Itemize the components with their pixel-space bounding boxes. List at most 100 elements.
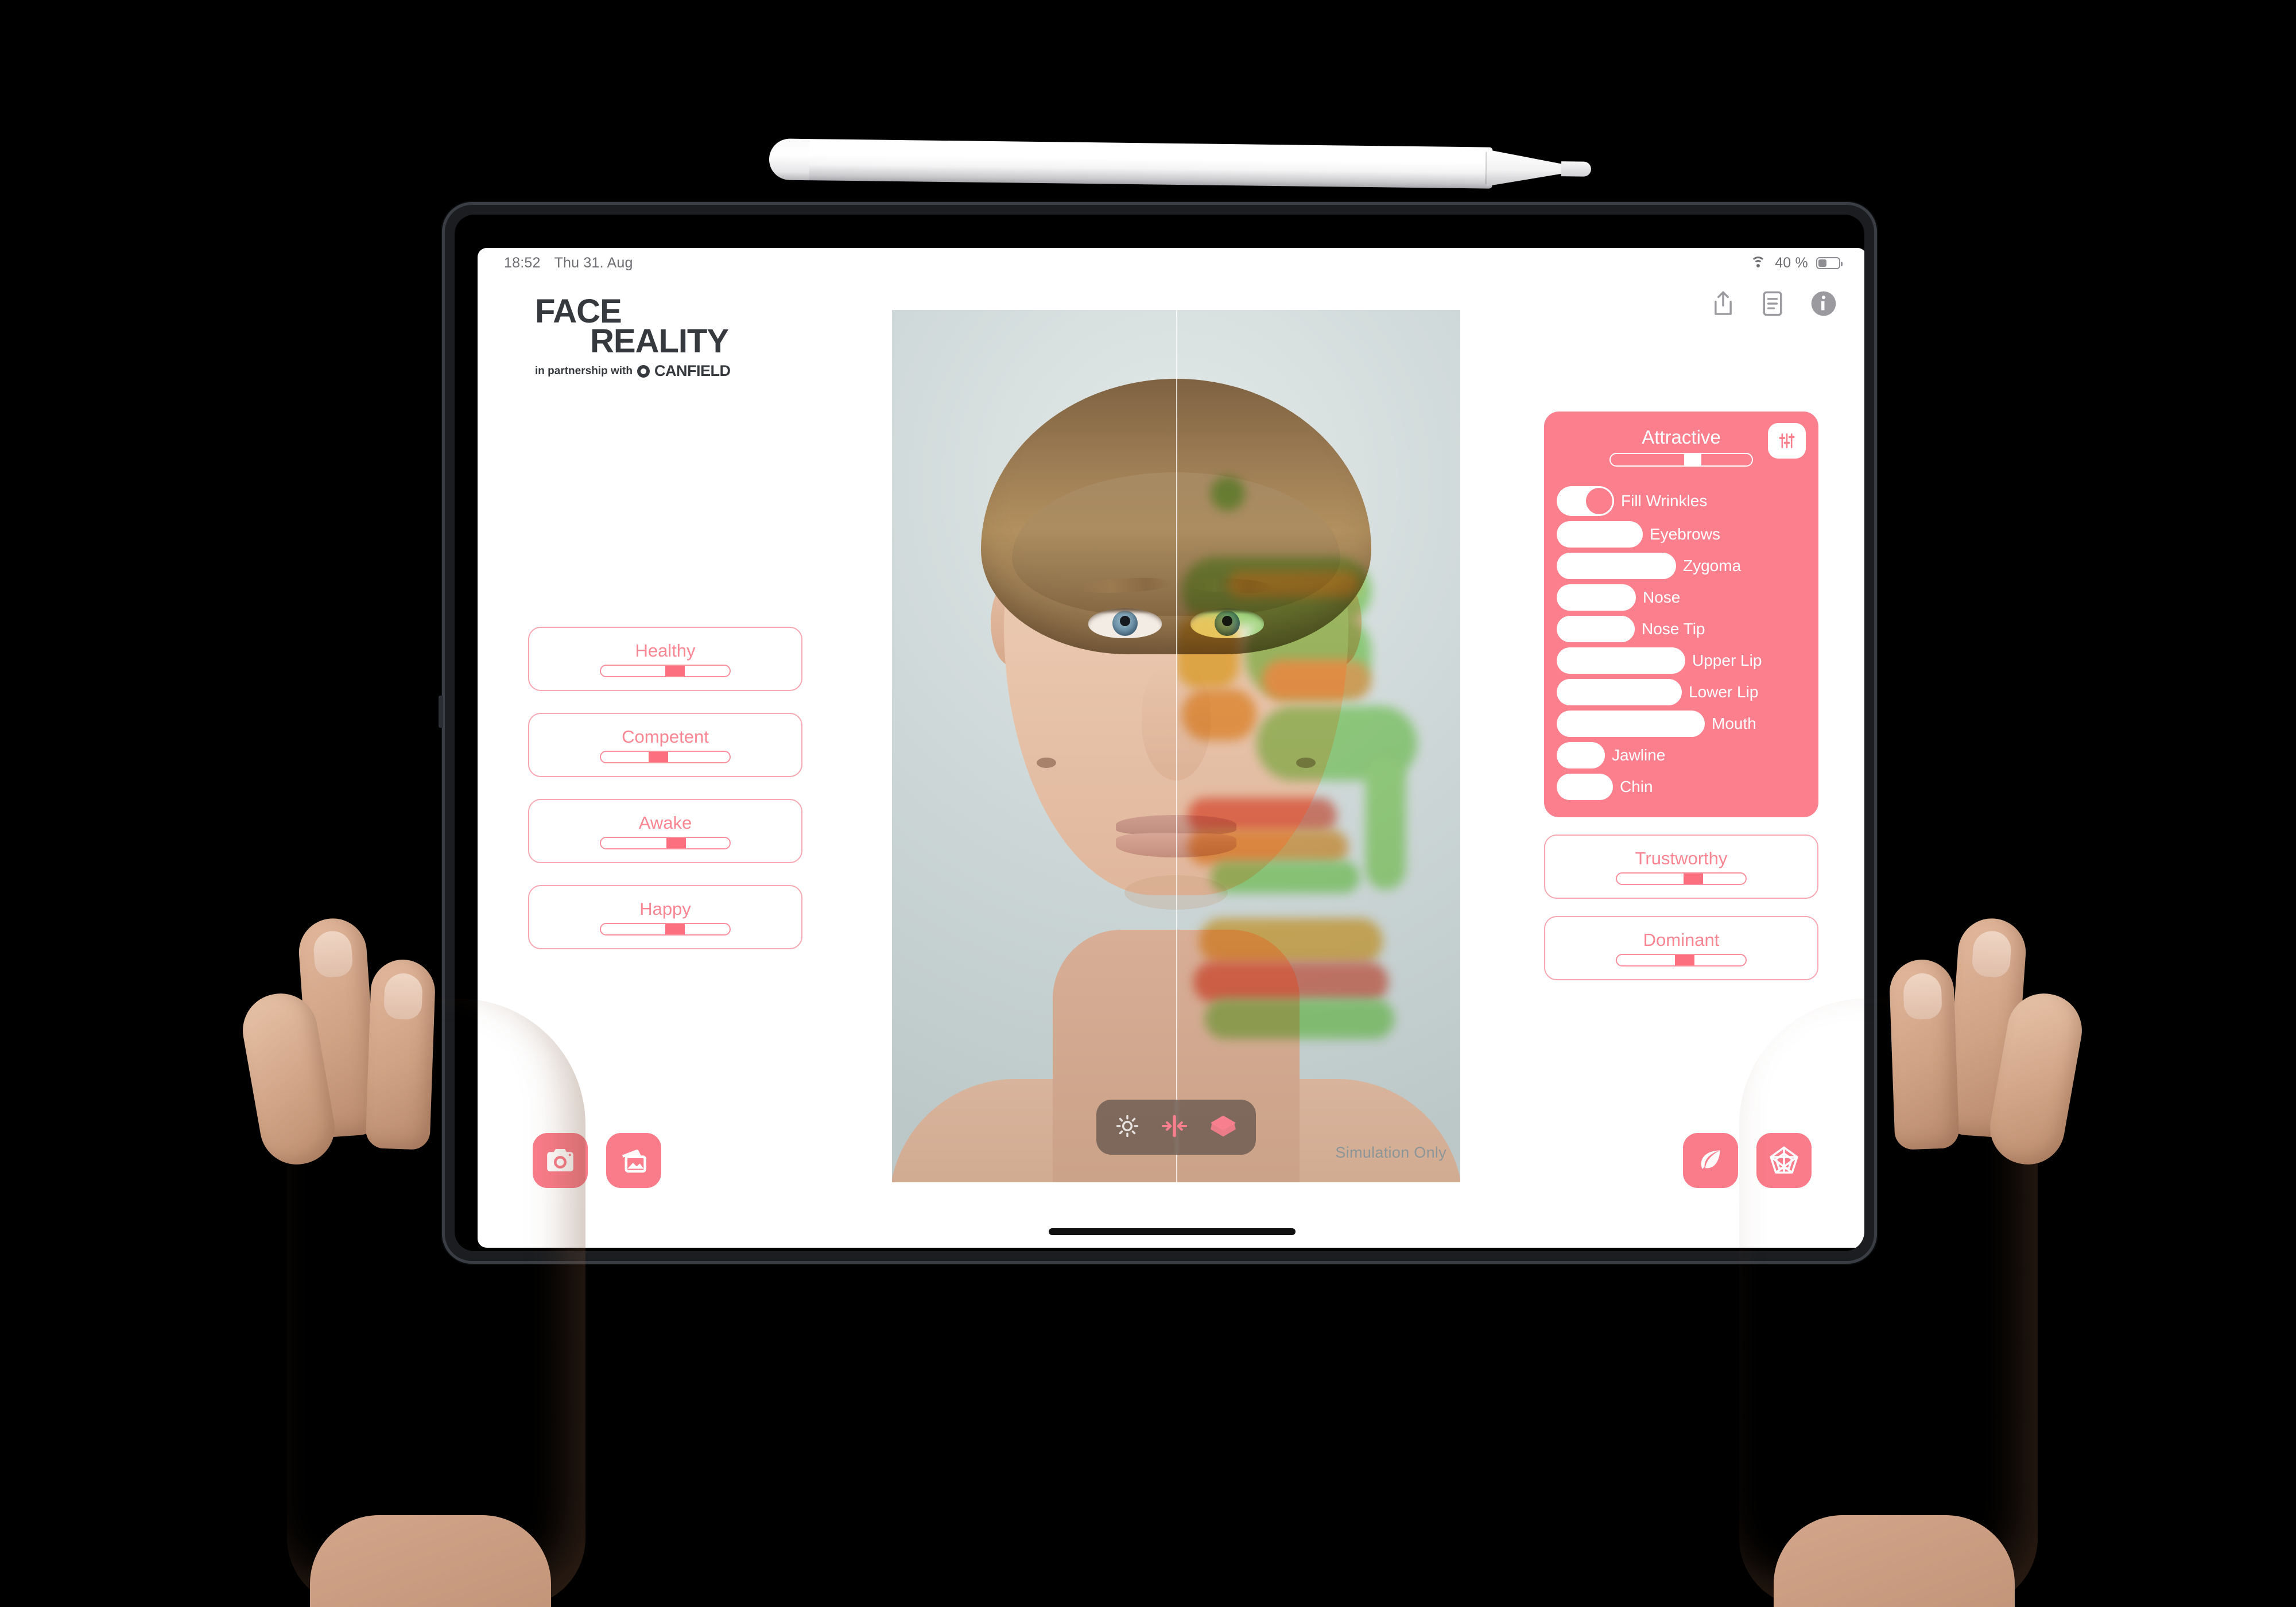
photo-toolbar [1096, 1100, 1256, 1155]
home-indicator[interactable] [1049, 1228, 1296, 1235]
canfield-logo-icon [637, 364, 650, 378]
slider-thumb[interactable] [1674, 955, 1694, 965]
feature-label: Upper Lip [1692, 651, 1762, 669]
layers-icon[interactable] [1209, 1113, 1238, 1142]
compare-split-icon[interactable] [1161, 1113, 1188, 1142]
pencil-flat-end [769, 138, 810, 181]
partner-name: CANFIELD [654, 362, 731, 380]
screenshot-stage: 18:52 Thu 31. Aug 40 % FACE REALITY in p… [0, 0, 2296, 1607]
feature-row-jawline[interactable]: Jawline [1557, 742, 1818, 768]
trait-card-trustworthy[interactable]: Trustworthy [1544, 834, 1818, 899]
feature-label: Mouth [1712, 715, 1756, 732]
feature-row-lower-lip[interactable]: Lower Lip [1557, 679, 1818, 705]
feature-slider[interactable] [1557, 584, 1636, 611]
info-icon[interactable] [1810, 290, 1837, 317]
feature-label: Nose Tip [1642, 620, 1705, 638]
feature-label: Lower Lip [1689, 683, 1759, 701]
trait-label: Healthy [635, 641, 696, 661]
patient-photo[interactable]: Simulation Only [892, 310, 1460, 1182]
right-middle-finger [1888, 958, 1960, 1150]
feature-label: Jawline [1612, 746, 1666, 764]
trait-label: Awake [638, 813, 692, 833]
battery-percent: 40 % [1775, 254, 1808, 271]
feature-label: Nose [1643, 588, 1681, 606]
trait-slider[interactable] [1616, 872, 1747, 885]
feature-slider[interactable] [1557, 521, 1643, 548]
logo-reality-text: REALITY [590, 322, 729, 360]
attractive-panel: Attractive Fill Wrinkles Eyebrows Zygoma… [1544, 412, 1818, 817]
logo-face-text: FACE [535, 293, 622, 330]
feature-row-mouth[interactable]: Mouth [1557, 711, 1818, 737]
feature-label: Chin [1620, 778, 1653, 795]
partner-line: in partnership with CANFIELD [535, 362, 788, 380]
trait-label: Competent [622, 727, 709, 747]
before-after-divider[interactable] [1176, 310, 1177, 1182]
status-date: Thu 31. Aug [554, 254, 633, 271]
wifi-icon [1750, 257, 1767, 269]
trait-card-awake[interactable]: Awake [528, 799, 802, 863]
feature-label: Eyebrows [1650, 525, 1720, 543]
left-arm [310, 1515, 551, 1607]
report-icon[interactable] [1762, 290, 1783, 317]
feature-row-fill-wrinkles[interactable]: Fill Wrinkles [1557, 486, 1818, 516]
feature-slider[interactable] [1557, 774, 1613, 800]
eye-left [1088, 608, 1162, 638]
attractive-slider[interactable] [1609, 453, 1753, 467]
feature-slider[interactable] [1557, 742, 1605, 768]
volume-button[interactable] [439, 696, 443, 728]
pencil-body [769, 138, 1493, 189]
trait-label: Happy [639, 899, 691, 919]
header-icon-group [1712, 290, 1837, 317]
simulation-watermark: Simulation Only [1335, 1144, 1446, 1161]
partner-prefix: in partnership with [535, 364, 633, 377]
right-hand [1693, 907, 2107, 1607]
slider-thumb[interactable] [1684, 454, 1701, 465]
feature-row-chin[interactable]: Chin [1557, 774, 1818, 800]
trait-card-competent[interactable]: Competent [528, 713, 802, 777]
slider-thumb[interactable] [648, 752, 668, 762]
trait-slider[interactable] [600, 837, 731, 849]
feature-label: Zygoma [1683, 557, 1742, 575]
right-trait-panel: Attractive Fill Wrinkles Eyebrows Zygoma… [1544, 412, 1818, 980]
app-logo: FACE REALITY in partnership with CANFIEL… [535, 293, 788, 380]
sliders-icon[interactable] [1768, 423, 1806, 459]
app-screen: 18:52 Thu 31. Aug 40 % FACE REALITY in p… [478, 248, 1864, 1248]
tablet-bezel: 18:52 Thu 31. Aug 40 % FACE REALITY in p… [455, 215, 1864, 1251]
tablet-device: 18:52 Thu 31. Aug 40 % FACE REALITY in p… [439, 202, 1877, 1264]
apple-pencil[interactable] [769, 138, 1592, 189]
feature-slider[interactable] [1557, 679, 1682, 705]
trait-slider[interactable] [600, 665, 731, 677]
nostril-left [1037, 758, 1056, 768]
trait-label: Trustworthy [1635, 848, 1728, 868]
status-time: 18:52 [504, 254, 541, 271]
feature-row-upper-lip[interactable]: Upper Lip [1557, 647, 1818, 674]
feature-row-nose-tip[interactable]: Nose Tip [1557, 616, 1818, 642]
trait-slider[interactable] [600, 751, 731, 763]
feature-row-eyebrows[interactable]: Eyebrows [1557, 521, 1818, 548]
pencil-cone [1487, 150, 1573, 188]
feature-row-zygoma[interactable]: Zygoma [1557, 553, 1818, 579]
feature-slider[interactable] [1557, 711, 1705, 737]
fill-wrinkles-toggle[interactable] [1557, 486, 1614, 516]
feature-row-nose[interactable]: Nose [1557, 584, 1818, 611]
slider-thumb[interactable] [665, 666, 685, 676]
status-bar: 18:52 Thu 31. Aug 40 % [478, 248, 1864, 278]
heatmap-overlay [1176, 310, 1460, 1182]
battery-icon [1816, 257, 1843, 269]
brightness-icon[interactable] [1115, 1113, 1140, 1142]
right-arm [1774, 1515, 2015, 1607]
feature-slider[interactable] [1557, 553, 1676, 579]
left-middle-finger [365, 958, 436, 1150]
trait-card-healthy[interactable]: Healthy [528, 627, 802, 691]
slider-thumb[interactable] [666, 838, 687, 848]
slider-thumb[interactable] [1684, 874, 1704, 884]
share-icon[interactable] [1712, 290, 1735, 317]
left-trait-panel: Healthy Competent Awake Happy [528, 627, 802, 949]
feature-slider[interactable] [1557, 647, 1685, 674]
feature-label: Fill Wrinkles [1621, 492, 1708, 510]
feature-list: Fill Wrinkles Eyebrows Zygoma Nose Nose … [1544, 486, 1818, 800]
pencil-tip [1561, 161, 1592, 177]
feature-slider[interactable] [1557, 616, 1635, 642]
left-hand [218, 907, 631, 1607]
slider-thumb[interactable] [665, 924, 685, 934]
